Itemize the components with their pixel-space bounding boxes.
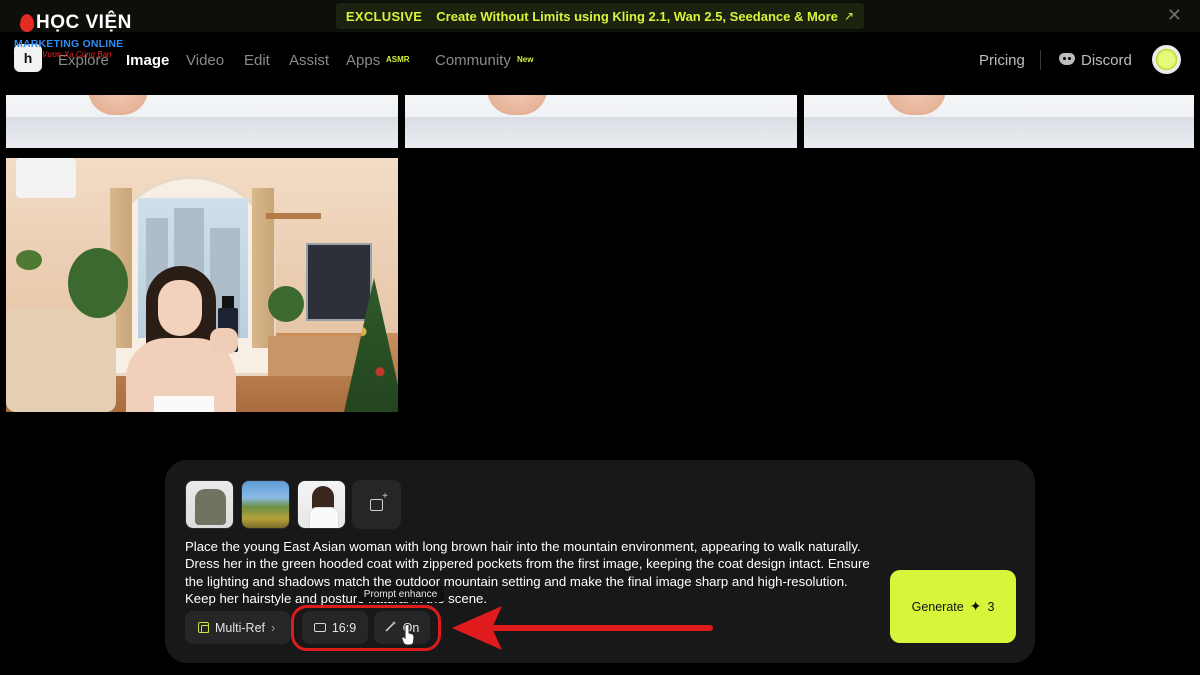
nav-pricing[interactable]: Pricing bbox=[979, 52, 1025, 69]
reference-thumbnail-mountain[interactable] bbox=[241, 480, 290, 529]
promo-text: Create Without Limits using Kling 2.1, W… bbox=[436, 8, 839, 24]
gallery-image[interactable] bbox=[6, 95, 398, 148]
nav-video[interactable]: Video bbox=[186, 52, 224, 69]
generate-button[interactable]: Generate ✦ 3 bbox=[890, 570, 1016, 643]
new-badge: New bbox=[517, 55, 534, 64]
nav-image[interactable]: Image bbox=[126, 52, 169, 69]
nav-apps[interactable]: Apps bbox=[346, 52, 380, 69]
add-reference-button[interactable] bbox=[352, 480, 401, 529]
generate-credit-count: 3 bbox=[987, 599, 995, 614]
asmr-badge: ASMR bbox=[386, 55, 410, 64]
multi-ref-button[interactable]: Multi-Ref › bbox=[185, 611, 291, 644]
watermark-logo: HỌC VIỆN MARKETING ONLINE Vươn Xa Cùng B… bbox=[12, 12, 132, 62]
hand-cursor-icon bbox=[401, 624, 415, 646]
gallery-image[interactable] bbox=[804, 95, 1194, 148]
annotation-highlight-circle bbox=[291, 605, 441, 651]
discord-icon[interactable] bbox=[1059, 53, 1075, 65]
promo-tag: EXCLUSIVE bbox=[345, 8, 423, 24]
user-avatar[interactable] bbox=[1152, 45, 1181, 74]
nav-assist[interactable]: Assist bbox=[289, 52, 329, 69]
prompt-enhance-tooltip: Prompt enhance bbox=[357, 586, 444, 602]
gallery-image-living-room[interactable] bbox=[6, 158, 398, 412]
nav-discord[interactable]: Discord bbox=[1081, 52, 1132, 69]
nav-community[interactable]: Community bbox=[435, 52, 511, 69]
nav-divider bbox=[1040, 50, 1041, 70]
reference-thumbnail-coat[interactable] bbox=[185, 480, 234, 529]
watermark-slogan: Vươn Xa Cùng Bạn bbox=[42, 50, 112, 59]
gallery-image[interactable] bbox=[405, 95, 797, 148]
generate-label: Generate bbox=[911, 599, 964, 614]
prompt-textarea[interactable]: Place the young East Asian woman with lo… bbox=[185, 538, 875, 607]
external-link-icon: ↗ bbox=[844, 9, 855, 23]
close-icon[interactable]: ✕ bbox=[1167, 6, 1182, 24]
watermark-subtitle: MARKETING ONLINE bbox=[14, 38, 124, 50]
multiref-icon bbox=[198, 622, 209, 633]
annotation-arrow bbox=[452, 606, 713, 650]
promo-pill[interactable]: EXCLUSIVE Create Without Limits using Kl… bbox=[335, 3, 865, 29]
flame-icon bbox=[20, 14, 34, 32]
nav-edit[interactable]: Edit bbox=[244, 52, 270, 69]
watermark-title: HỌC VIỆN bbox=[36, 12, 132, 33]
chevron-right-icon: › bbox=[271, 620, 276, 635]
reference-thumbnail-woman[interactable] bbox=[297, 480, 346, 529]
add-image-icon bbox=[370, 491, 388, 511]
multi-ref-label: Multi-Ref bbox=[215, 620, 266, 635]
promo-banner[interactable]: EXCLUSIVE Create Without Limits using Kl… bbox=[0, 0, 1200, 32]
sparkle-icon: ✦ bbox=[969, 598, 982, 614]
